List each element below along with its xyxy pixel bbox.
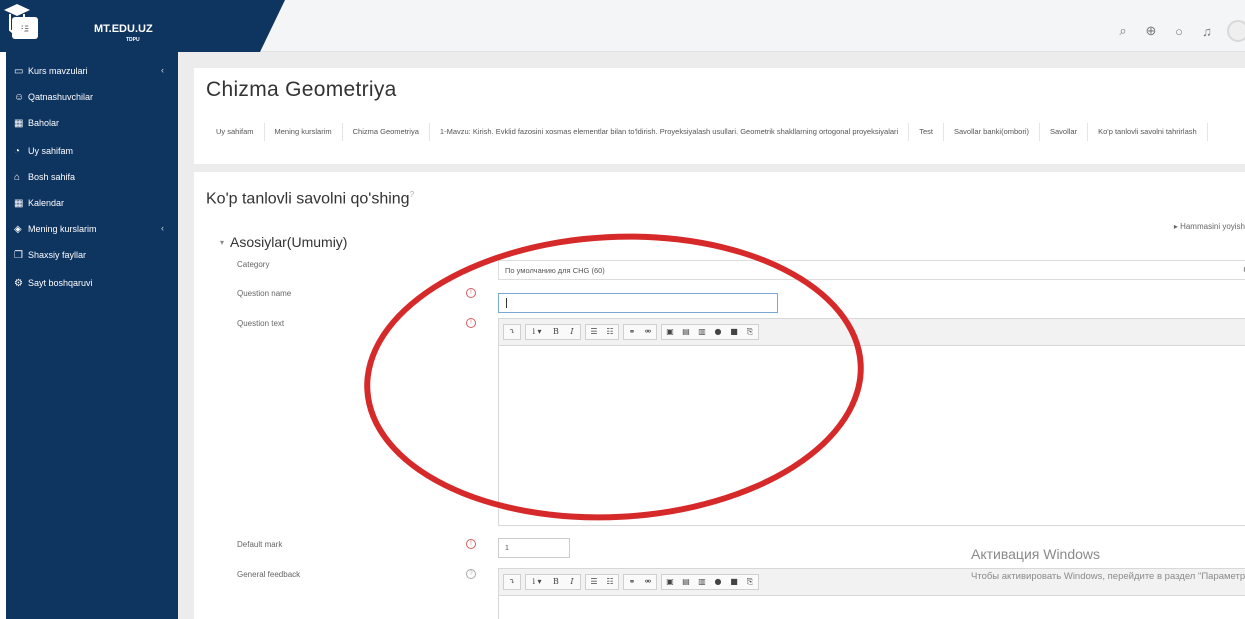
- dashboard-icon: ◔: [14, 145, 21, 157]
- windows-activation-watermark: Активация Windows Чтобы активировать Win…: [971, 546, 1245, 583]
- users-icon: ☺: [14, 91, 25, 103]
- avatar[interactable]: [1227, 20, 1245, 42]
- sidebar-item-label: Kurs mavzulari: [28, 66, 88, 76]
- grades-icon: ▦: [14, 117, 24, 129]
- calendar-icon: ▦: [14, 197, 24, 209]
- bell-icon[interactable]: ♫: [1199, 24, 1215, 39]
- help-icon[interactable]: ?: [466, 569, 476, 579]
- sidebar-item-label: Bosh sahifa: [28, 172, 76, 182]
- brand-name[interactable]: MT.EDU.UZ: [94, 23, 153, 35]
- sidebar-item-mening-kurslarim[interactable]: ◈ Mening kurslarim ‹: [6, 216, 178, 242]
- logo-icon: [4, 4, 30, 38]
- toolbar-group: ⤵: [503, 574, 521, 590]
- required-icon[interactable]: !: [466, 539, 476, 549]
- sidebar-item-kurs-mavzulari[interactable]: ▭ Kurs mavzulari ‹: [6, 58, 178, 84]
- sidebar-item-label: Qatnashuvchilar: [28, 92, 94, 102]
- breadcrumb-item[interactable]: Mening kurslarim: [264, 123, 343, 141]
- question-text-label: Question text: [237, 319, 285, 328]
- italic-button[interactable]: I: [564, 575, 580, 589]
- chevron-left-icon[interactable]: ‹: [161, 223, 164, 233]
- form-heading-text: Ko'p tanlovli savolni qo'shing: [206, 190, 410, 208]
- breadcrumb-item[interactable]: Savollar: [1040, 123, 1089, 141]
- ordered-list-button[interactable]: ☷: [602, 575, 618, 589]
- top-navbar: ≡ MT.EDU.UZ TDPU ⌕ ⊕ ○ ♫: [0, 0, 1245, 52]
- chat-icon[interactable]: ○: [1171, 24, 1187, 39]
- sidebar-item-qatnashuvchilar[interactable]: ☺ Qatnashuvchilar: [6, 84, 178, 110]
- home-icon: ⌂: [14, 171, 21, 183]
- link-button[interactable]: ⚭: [624, 575, 640, 589]
- sidebar-item-label: Kalendar: [28, 198, 65, 208]
- sidebar-item-label: Mening kurslarim: [28, 224, 97, 234]
- default-mark-input[interactable]: 1: [498, 538, 570, 558]
- file-button[interactable]: ▥: [694, 575, 710, 589]
- chevron-left-icon[interactable]: ‹: [161, 65, 164, 75]
- collapse-toggle-icon: ▾: [220, 238, 225, 247]
- sidebar-item-bosh-sahifa[interactable]: ⌂ Bosh sahifa: [6, 164, 178, 190]
- sidebar: ▭ Kurs mavzulari ‹ ☺ Qatnashuvchilar ▦ B…: [6, 52, 178, 619]
- sidebar-item-label: Sayt boshqaruvi: [28, 278, 93, 288]
- files-icon: ❐: [14, 249, 23, 261]
- watermark-text: Чтобы активировать Windows, перейдите в …: [971, 571, 1245, 582]
- expand-all-link[interactable]: ▸ Hammasini yoyish: [1174, 222, 1245, 231]
- sidebar-item-uy-sahifam[interactable]: ◔ Uy sahifam: [6, 138, 178, 164]
- help-icon[interactable]: ?: [410, 190, 414, 199]
- record-video-button[interactable]: ■: [726, 575, 742, 589]
- form-heading: Ko'p tanlovli savolni qo'shing?: [206, 190, 414, 208]
- media-button[interactable]: ▤: [678, 575, 694, 589]
- top-icons: ⌕ ⊕ ○ ♫: [1115, 20, 1245, 42]
- sidebar-item-label: Uy sahifam: [28, 146, 74, 156]
- globe-icon[interactable]: ⊕: [1143, 23, 1159, 39]
- sidebar-item-kalendar[interactable]: ▦ Kalendar: [6, 190, 178, 216]
- toolbar-toggle-button[interactable]: ⤵: [504, 575, 520, 589]
- brand-subtitle: TDPU: [126, 37, 140, 43]
- general-section-legend[interactable]: ▾ Asosiylar(Umumiy): [220, 234, 347, 250]
- folder-icon: ▭: [14, 65, 24, 77]
- question-name-label: Question name: [237, 289, 292, 298]
- unlink-button[interactable]: ⚮: [640, 575, 656, 589]
- manage-files-button[interactable]: ⎘: [742, 575, 758, 589]
- breadcrumb-item-current: Ko'p tanlovli savolni tahrirlash: [1088, 123, 1208, 141]
- breadcrumb: Uy sahifam Mening kurslarim Chizma Geome…: [206, 123, 1245, 141]
- toolbar-group: i ▾ B I: [525, 574, 581, 590]
- search-icon[interactable]: ⌕: [1115, 23, 1131, 39]
- sidebar-item-shaxsiy-fayllar[interactable]: ❐ Shaxsiy fayllar: [6, 242, 178, 268]
- toolbar-group: ▣ ▤ ▥ ● ■ ⎘: [661, 574, 759, 590]
- record-audio-button[interactable]: ●: [710, 575, 726, 589]
- general-feedback-label: General feedback: [237, 570, 301, 579]
- unordered-list-button[interactable]: ☰: [586, 575, 602, 589]
- legend-text: Asosiylar(Umumiy): [230, 234, 348, 250]
- toolbar-group: ☰ ☷: [585, 574, 619, 590]
- toolbar-group: ⚭ ⚮: [623, 574, 657, 590]
- graduation-cap-icon: ◈: [14, 223, 22, 235]
- paragraph-style-button[interactable]: i ▾: [526, 575, 548, 589]
- sidebar-item-sayt-boshqaruvi[interactable]: ⚙ Sayt boshqaruvi: [6, 270, 178, 296]
- bold-button[interactable]: B: [548, 575, 564, 589]
- default-mark-label: Default mark: [237, 540, 283, 549]
- breadcrumb-item[interactable]: Chizma Geometriya: [342, 123, 430, 141]
- watermark-title: Активация Windows: [971, 546, 1101, 562]
- breadcrumb-item[interactable]: Test: [909, 123, 944, 141]
- breadcrumb-item[interactable]: Uy sahifam: [206, 123, 265, 141]
- category-label: Category: [237, 260, 270, 269]
- page-header: Chizma Geometriya Uy sahifam Mening kurs…: [194, 68, 1245, 164]
- breadcrumb-item[interactable]: Savollar banki(ombori): [943, 123, 1040, 141]
- sidebar-item-label: Shaxsiy fayllar: [28, 250, 87, 260]
- sidebar-item-label: Baholar: [28, 118, 60, 128]
- general-feedback-editor[interactable]: [498, 596, 1245, 619]
- image-button[interactable]: ▣: [662, 575, 678, 589]
- breadcrumb-item[interactable]: 1-Mavzu: Kirish. Evklid fazosini xosmas …: [429, 123, 910, 141]
- page-title: Chizma Geometriya: [206, 78, 397, 101]
- sidebar-item-baholar[interactable]: ▦ Baholar: [6, 110, 178, 136]
- brand-area: ≡ MT.EDU.UZ TDPU: [0, 0, 285, 52]
- gear-icon: ⚙: [14, 277, 23, 289]
